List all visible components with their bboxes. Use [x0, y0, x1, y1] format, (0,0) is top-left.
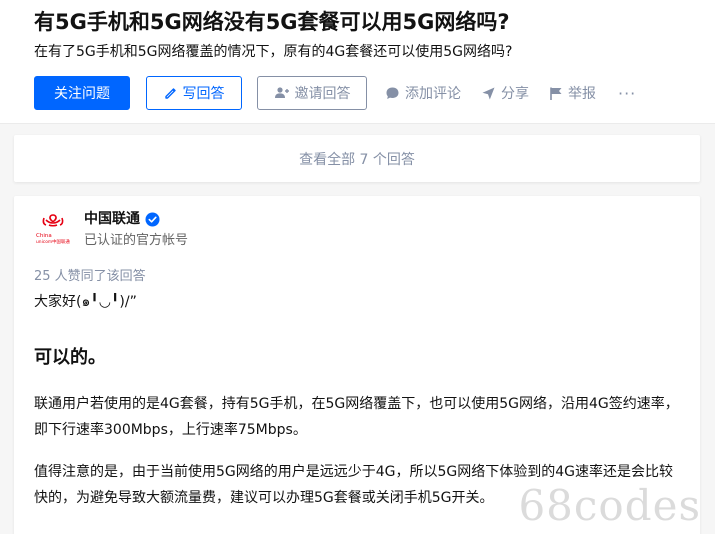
author-avatar[interactable]: China unicom中国联通 — [34, 210, 72, 248]
china-unicom-logo: China unicom中国联通 — [36, 214, 70, 245]
author-info: China unicom中国联通 中国联通 已认证的官方帐号 — [34, 210, 680, 254]
author-text: 中国联通 已认证的官方帐号 — [84, 210, 188, 249]
share-label: 分享 — [501, 86, 529, 102]
question-header: 有5G手机和5G网络没有5G套餐可以用5G网络吗? 在有了5G手机和5G网络覆盖… — [0, 0, 715, 124]
invite-answer-button[interactable]: 邀请回答 — [257, 76, 367, 110]
flag-icon — [550, 87, 562, 100]
question-detail: 在有了5G手机和5G网络覆盖的情况下，原有的4G套餐还可以使用5G网络吗? — [34, 44, 513, 60]
write-answer-button[interactable]: 写回答 — [146, 76, 242, 110]
answer-heading: 可以的。 — [34, 347, 106, 368]
answer-paragraph: 联通用户若使用的是4G套餐，持有5G手机，在5G网络覆盖下，也可以使用5G网络，… — [34, 396, 679, 438]
question-actions: 关注问题 写回答 邀请回答 添加评论 分享 举报 ··· — [34, 76, 681, 110]
pencil-icon — [164, 88, 176, 99]
view-all-answers-link[interactable]: 查看全部 7 个回答 — [14, 135, 700, 182]
more-options-button[interactable]: ··· — [618, 84, 636, 103]
verified-badge-icon — [145, 212, 160, 227]
add-user-icon — [274, 87, 289, 98]
avatar-text-unicom: unicom中国联通 — [36, 238, 70, 245]
follow-question-button[interactable]: 关注问题 — [34, 76, 130, 110]
answer-paragraph: 值得注意的是，由于当前使用5G网络的用户是远远少于4G，所以5G网络下体验到的4… — [34, 464, 674, 506]
comment-bubble-icon — [386, 87, 399, 99]
invite-answer-label: 邀请回答 — [294, 86, 351, 102]
report-label: 举报 — [568, 86, 596, 102]
answer-card: China unicom中国联通 中国联通 已认证的官方帐号 25 人赞同了该回… — [14, 196, 700, 534]
view-all-answers-label: 查看全部 7 个回答 — [299, 151, 415, 168]
share-button[interactable]: 分享 — [481, 83, 529, 103]
follow-question-label: 关注问题 — [54, 86, 110, 102]
author-headline: 已认证的官方帐号 — [84, 233, 189, 248]
add-comment-label: 添加评论 — [405, 86, 461, 102]
share-arrow-icon — [482, 87, 495, 99]
author-name-row: 中国联通 — [84, 210, 188, 228]
avatar-text-china: China — [36, 233, 52, 239]
author-name[interactable]: 中国联通 — [84, 210, 140, 228]
question-title: 有5G手机和5G网络没有5G套餐可以用5G网络吗? — [34, 10, 510, 34]
vote-count: 25 人赞同了该回答 — [34, 269, 146, 284]
report-button[interactable]: 举报 — [549, 83, 596, 103]
write-answer-label: 写回答 — [182, 86, 225, 102]
answer-greeting: 大家好(๑╹◡╹)/” — [34, 294, 137, 310]
add-comment-button[interactable]: 添加评论 — [385, 83, 461, 103]
